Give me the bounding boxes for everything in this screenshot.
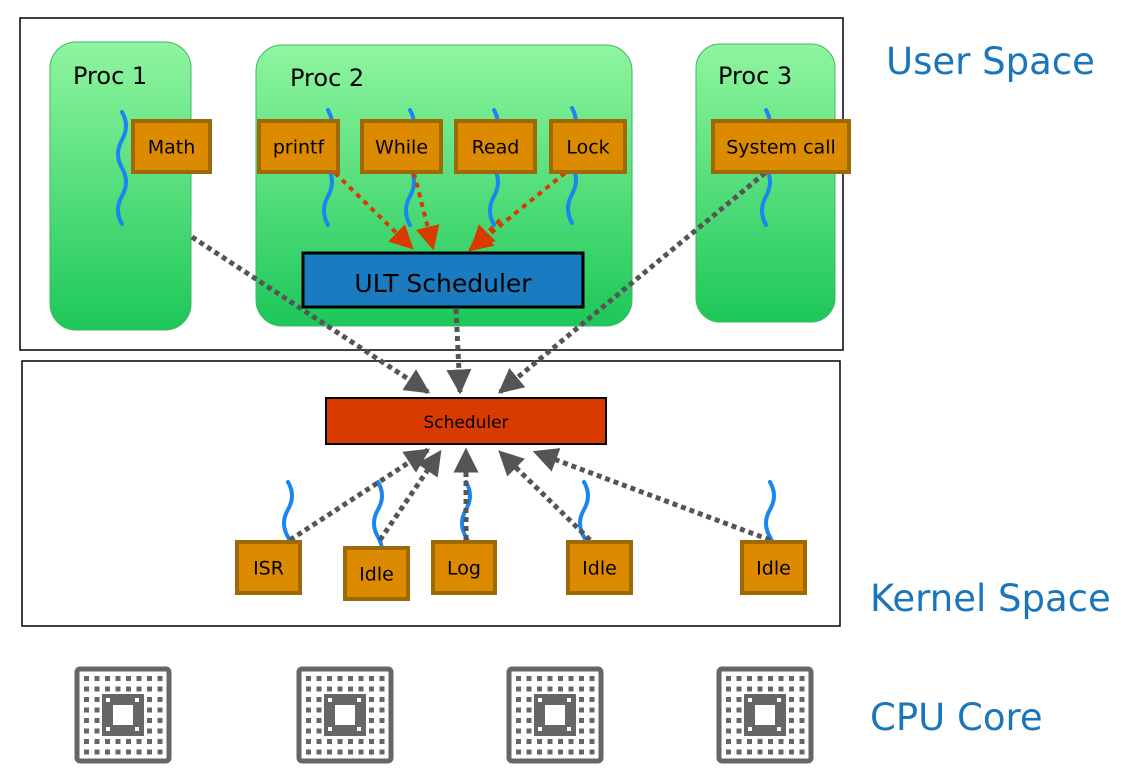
kernel-thread-2-label: Log: [447, 558, 481, 580]
kernel-thread-1-label: Idle: [359, 564, 394, 586]
user-space-label: User Space: [886, 40, 1095, 83]
process-3-label: Proc 3: [718, 62, 792, 90]
ult-scheduler-label: ULT Scheduler: [354, 269, 532, 298]
thread-read-label: Read: [472, 137, 520, 159]
process-2-label: Proc 2: [290, 64, 364, 92]
thread-system-call-label: System call: [726, 137, 836, 159]
cpu-core-label: CPU Core: [870, 696, 1043, 739]
kernel-space-label: Kernel Space: [870, 577, 1111, 620]
cpu-core-icon: [506, 666, 604, 764]
thread-math-label: Math: [148, 137, 196, 159]
cpu-core-icon: [74, 666, 172, 764]
kernel-scheduler-label: Scheduler: [423, 413, 508, 433]
cpu-core-icon: [296, 666, 394, 764]
kernel-thread-3-label: Idle: [582, 558, 617, 580]
thread-printf-label: printf: [273, 137, 326, 159]
thread-lock-label: Lock: [566, 137, 609, 159]
process-1-label: Proc 1: [73, 62, 147, 90]
kernel-thread-4-label: Idle: [756, 558, 791, 580]
thread-while-label: While: [375, 137, 428, 159]
thread-scheduling-diagram: Proc 1 Proc 2 Proc 3 ULT Scheduler Sched…: [19, 17, 1111, 764]
kernel-thread-0-label: ISR: [253, 558, 284, 580]
cpu-core-icon: [716, 666, 814, 764]
